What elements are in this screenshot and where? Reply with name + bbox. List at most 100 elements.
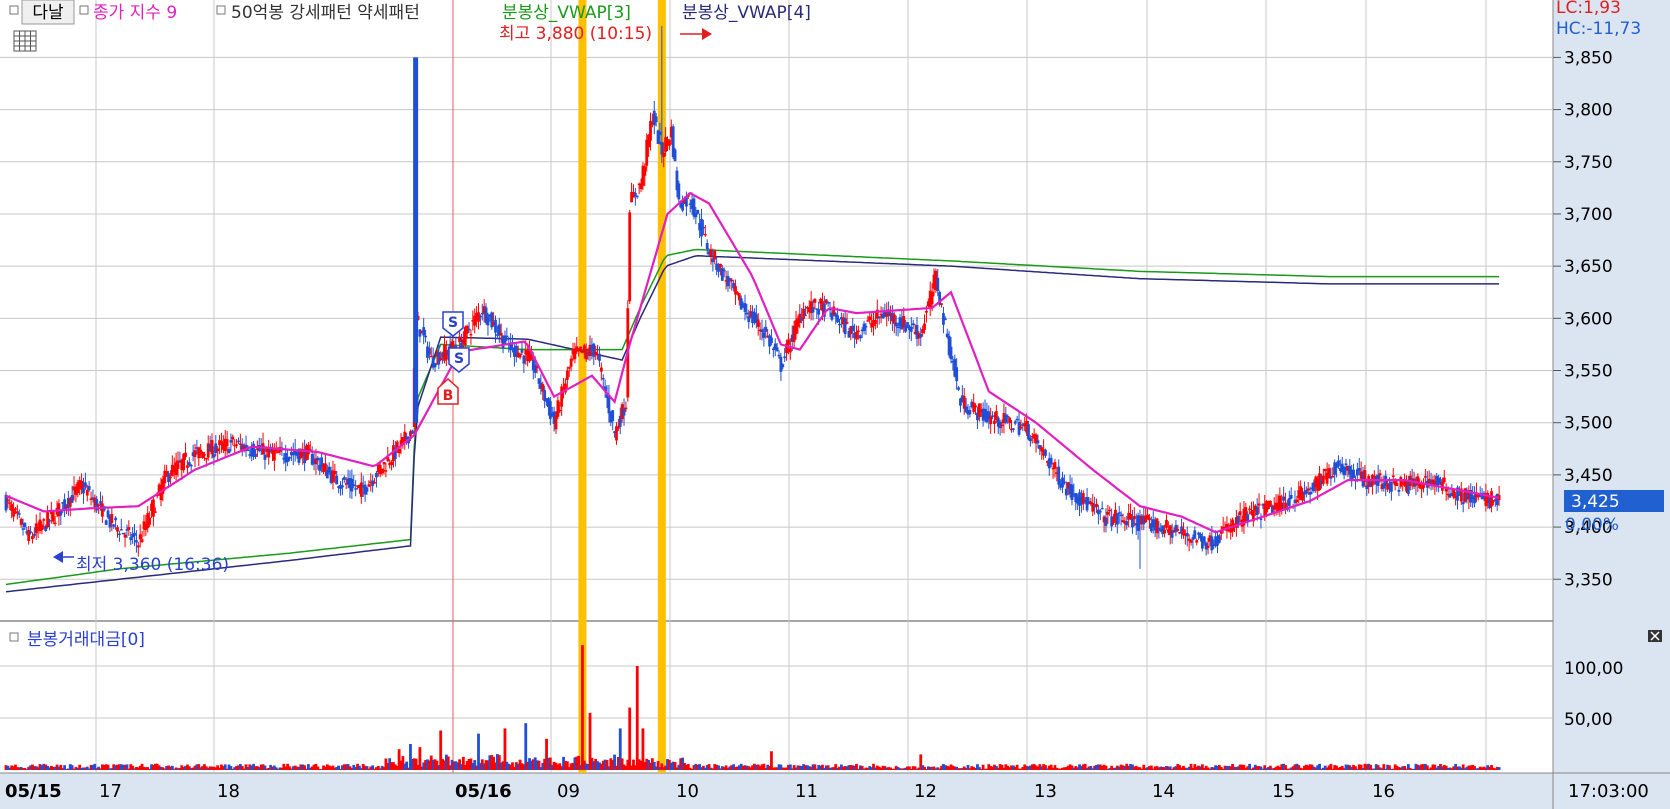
candle-body [70, 495, 74, 503]
close-panel-icon[interactable] [1648, 630, 1662, 642]
candle-body [866, 320, 870, 322]
candle-body [1131, 517, 1134, 528]
candle-body [717, 266, 720, 272]
vwap3-legend[interactable]: 분봉상_VWAP[3] [502, 3, 631, 23]
candle-body [1210, 536, 1214, 551]
high-annotation: 최고 3,880 (10:15) [499, 24, 652, 44]
candle-body [943, 318, 947, 321]
candle-body [658, 131, 662, 136]
price-tick-label: 3,800 [1564, 101, 1613, 121]
candle-body [747, 316, 751, 323]
candle-body [781, 364, 785, 368]
candle-body [624, 407, 628, 410]
candle-body [1397, 489, 1401, 492]
candle-body [654, 116, 658, 123]
candle-body [19, 518, 23, 525]
candle-body [894, 322, 898, 327]
candle-body [579, 346, 582, 352]
legend-bullet-icon [216, 5, 226, 15]
volume-bar [581, 645, 584, 770]
candle-body [53, 522, 57, 525]
candle-body [1063, 481, 1066, 484]
candle-body [1100, 507, 1104, 510]
ma-legend[interactable]: 종가 지수 9 [93, 3, 177, 23]
candle-body [1006, 415, 1010, 418]
vwap-lines [5, 248, 1500, 593]
candle-body [46, 512, 49, 528]
candle-body [673, 149, 677, 162]
candle-body [896, 326, 900, 329]
stock-chart-window: 3,850 3,800 3,750 3,700 3,650 3,600 3,550 3,500… [0, 0, 1670, 809]
candle-body [1165, 519, 1168, 528]
price-tick-label: 3,500 [1564, 414, 1613, 434]
candle-body [1257, 503, 1261, 506]
price-tick-label: 3,650 [1564, 257, 1613, 277]
candle-body [254, 453, 257, 457]
candle-body [1304, 490, 1308, 494]
time-label-0516: 05/16 [455, 781, 512, 802]
candle-body [153, 511, 157, 513]
hc-label: HC:-11,73 [1556, 19, 1641, 39]
candle-body [957, 387, 960, 390]
candle-body [694, 213, 698, 218]
candle-body [649, 120, 652, 141]
volume-bar [635, 666, 639, 770]
candle-body [974, 405, 977, 408]
time-label-10: 10 [676, 781, 699, 802]
candle-body [1036, 440, 1040, 444]
candle-body [1104, 517, 1108, 526]
vwap3-line [5, 248, 1500, 586]
candle-body [1308, 491, 1312, 495]
candle-body [333, 471, 337, 475]
candle-body [703, 233, 707, 236]
candle-body [558, 409, 562, 412]
signal-s-2[interactable]: S [448, 347, 470, 373]
candle-body [855, 331, 858, 340]
candle-body [1049, 457, 1053, 465]
candle-body [486, 317, 490, 326]
signal-b[interactable]: B [437, 377, 459, 405]
candle-body [594, 351, 598, 355]
candlestick-chart[interactable]: 3,850 3,800 3,750 3,700 3,650 3,600 3,550 3,500… [0, 0, 1670, 809]
pattern-legend[interactable]: 50억봉 강세패턴 약세패턴 [231, 3, 420, 23]
candle-body [82, 488, 85, 494]
candle-body [169, 476, 172, 479]
candle-body [1085, 497, 1089, 511]
candle-body [136, 545, 140, 548]
candle-body [63, 499, 66, 510]
grid-table-icon[interactable] [13, 30, 37, 52]
candle-body [622, 408, 626, 416]
candle-body [919, 334, 923, 338]
current-price-value: 3,425 [1571, 492, 1620, 512]
candle-body [930, 291, 934, 305]
candle-body [936, 277, 940, 292]
candle-body [505, 335, 509, 338]
candle-body [560, 386, 564, 407]
signal-b-text: B [443, 388, 454, 404]
candle-body [397, 448, 401, 454]
candle-body [225, 439, 229, 447]
candle-body [874, 319, 877, 324]
candle-body [231, 436, 235, 440]
candle-body [106, 510, 110, 518]
candle-body [1423, 476, 1427, 478]
candle-body [1013, 421, 1017, 424]
volume-panel-title[interactable]: 분봉거래대금[0] [27, 630, 145, 650]
candle-body [911, 323, 915, 326]
candle-body [324, 463, 327, 471]
candle-body [1331, 475, 1335, 478]
candle-body [104, 520, 108, 525]
volume-bars [4, 645, 1501, 770]
candle-body [777, 354, 781, 357]
low-annotation: 최저 3,360 (16:36) [76, 555, 229, 575]
candle-body [1399, 476, 1403, 487]
candle-body [739, 298, 743, 310]
candle-body [1008, 417, 1011, 424]
vwap4-legend[interactable]: 분봉상_VWAP[4] [682, 3, 811, 23]
candle-body [6, 499, 10, 502]
candle-body [263, 454, 267, 460]
candle-body [467, 328, 471, 331]
price-tick-label: 3,700 [1564, 205, 1613, 225]
legend-bullet-icon [79, 5, 89, 15]
candle-body [83, 482, 87, 488]
